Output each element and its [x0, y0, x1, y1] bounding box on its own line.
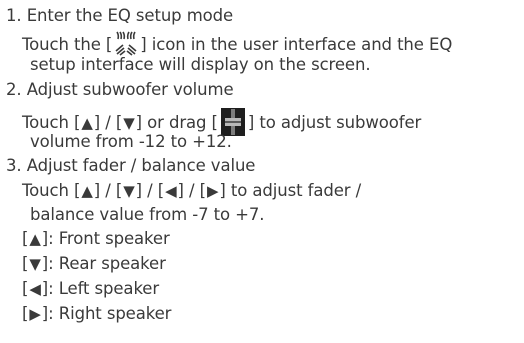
legend-front-speaker: [▲]: Front speaker — [22, 229, 170, 248]
triangle-down-icon: ▼ — [29, 255, 41, 273]
legend-rear-speaker: [▼]: Rear speaker — [22, 254, 166, 273]
triangle-up-icon: ▲ — [81, 114, 93, 132]
triangle-left-icon: ◀ — [165, 182, 177, 200]
triangle-up-icon: ▲ — [29, 230, 41, 248]
triangle-up-icon: ▲ — [81, 182, 93, 200]
step-2-title: 2. Adjust subwoofer volume — [6, 80, 234, 99]
legend-left-speaker: [◀]: Left speaker — [22, 279, 160, 298]
step-3-body-line-2: balance value from -7 to +7. — [30, 205, 265, 224]
step-3-title: 3. Adjust fader / balance value — [6, 156, 256, 175]
step-2-body-line-1: Touch [▲] / [▼] or drag [ ] to adjust su… — [22, 107, 421, 136]
step-3-body-line-1: Touch [▲] / [▼] / [◀] / [▶] to adjust fa… — [22, 181, 362, 200]
triangle-left-icon: ◀ — [29, 280, 41, 298]
step-1-body-line-1: Touch the [ ] icon in the user interface… — [22, 31, 452, 56]
triangle-right-icon: ▶ — [206, 182, 219, 200]
legend-right-speaker: [▶]: Right speaker — [22, 304, 172, 323]
triangle-right-icon: ▶ — [29, 305, 41, 323]
triangle-down-icon: ▼ — [123, 182, 135, 200]
instruction-document: 1. Enter the EQ setup mode Touch the []… — [0, 0, 524, 343]
step-1-body-line-2: setup interface will display on the scre… — [30, 55, 371, 74]
step-1-title: 1. Enter the EQ setup mode — [6, 6, 234, 25]
triangle-down-icon: ▼ — [123, 114, 135, 132]
eq-setup-icon — [113, 31, 139, 57]
step-2-body-line-2: volume from -12 to +12. — [30, 132, 232, 151]
